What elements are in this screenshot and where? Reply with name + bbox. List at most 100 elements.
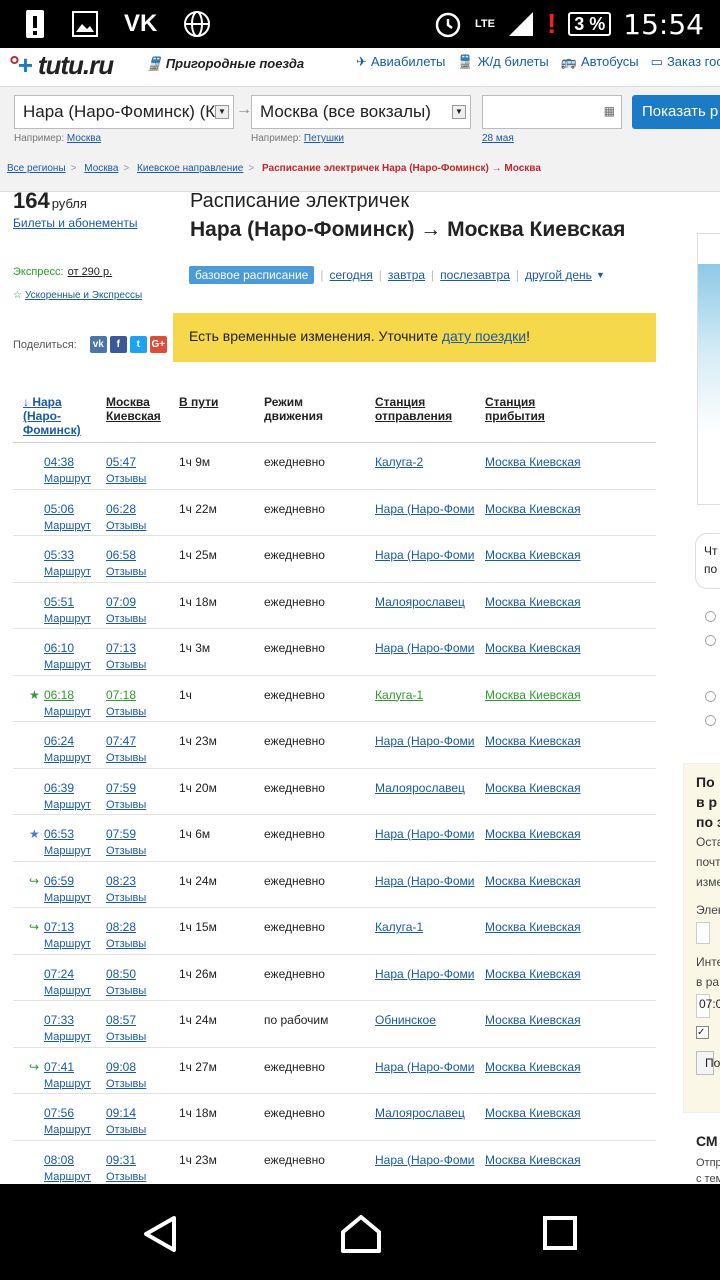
departure-time-link[interactable]: 06:59: [44, 874, 74, 888]
crumb-regions[interactable]: Все регионы: [7, 163, 66, 174]
arrival-time-link[interactable]: 07:47: [106, 734, 136, 748]
destination-station-link[interactable]: Москва Киевская: [485, 641, 581, 655]
destination-station-link[interactable]: Москва Киевская: [485, 502, 581, 516]
departure-time-link[interactable]: 05:33: [44, 548, 74, 562]
nav-avia[interactable]: ✈ Авиабилеты: [356, 54, 445, 70]
to-hint-link[interactable]: Петушки: [304, 133, 344, 144]
crumb-moscow[interactable]: Москва: [84, 163, 118, 174]
destination-station-link[interactable]: Москва Киевская: [485, 455, 581, 469]
destination-station-link[interactable]: Москва Киевская: [485, 1013, 581, 1027]
arrival-time-link[interactable]: 07:09: [106, 595, 136, 609]
departure-time-link[interactable]: 06:53: [44, 827, 74, 841]
crumb-direction[interactable]: Киевское направление: [137, 163, 243, 174]
tab-tomorrow[interactable]: завтра: [388, 268, 425, 282]
reviews-link[interactable]: Отзывы: [106, 520, 146, 532]
arrival-time-link[interactable]: 07:18: [106, 688, 136, 702]
reviews-link[interactable]: Отзывы: [106, 1124, 146, 1136]
route-link[interactable]: Маршрут: [44, 938, 91, 950]
route-link[interactable]: Маршрут: [44, 892, 91, 904]
reviews-link[interactable]: Отзывы: [106, 473, 146, 485]
reviews-link[interactable]: Отзывы: [106, 1171, 146, 1183]
route-link[interactable]: Маршрут: [44, 752, 91, 764]
origin-station-link[interactable]: Малоярославец: [375, 595, 475, 609]
origin-station-link[interactable]: Малоярославец: [375, 781, 475, 795]
departure-time-link[interactable]: 07:13: [44, 920, 74, 934]
google-plus-icon[interactable]: G+: [149, 336, 167, 353]
route-link[interactable]: Маршрут: [44, 1124, 91, 1136]
destination-station-link[interactable]: Москва Киевская: [485, 827, 581, 841]
fast-trains-link[interactable]: ☆ Ускоренные и Экспрессы: [13, 290, 142, 301]
route-link[interactable]: Маршрут: [44, 1031, 91, 1043]
arrival-time-link[interactable]: 07:13: [106, 641, 136, 655]
nav-gov[interactable]: ▭ Заказ гос: [651, 54, 720, 70]
to-field[interactable]: Москва (все вокзалы) ▼: [251, 95, 471, 129]
arrival-time-link[interactable]: 07:59: [106, 781, 136, 795]
origin-station-link[interactable]: Нара (Наро-Фоми: [375, 874, 475, 888]
departure-time-link[interactable]: 07:41: [44, 1060, 74, 1074]
arrival-time-link[interactable]: 08:57: [106, 1013, 136, 1027]
destination-station-link[interactable]: Москва Киевская: [485, 967, 581, 981]
reviews-link[interactable]: Отзывы: [106, 892, 146, 904]
poll-radio[interactable]: [705, 715, 716, 726]
arrival-time-link[interactable]: 09:14: [106, 1106, 136, 1120]
site-logo[interactable]: °+ tutu.ru: [8, 50, 114, 81]
arrival-time-link[interactable]: 08:28: [106, 920, 136, 934]
arrival-time-link[interactable]: 05:47: [106, 455, 136, 469]
reviews-link[interactable]: Отзывы: [106, 659, 146, 671]
chevron-down-icon[interactable]: ▼: [596, 270, 605, 280]
origin-station-link[interactable]: Нара (Наро-Фоми: [375, 641, 475, 655]
home-icon[interactable]: [340, 1214, 382, 1254]
facebook-icon[interactable]: f: [109, 336, 127, 353]
origin-station-link[interactable]: Малоярославец: [375, 1106, 475, 1120]
twitter-icon[interactable]: t: [129, 336, 147, 353]
destination-station-link[interactable]: Москва Киевская: [485, 595, 581, 609]
tab-base[interactable]: базовое расписание: [189, 266, 315, 284]
departure-time-link[interactable]: 05:51: [44, 595, 74, 609]
col-to[interactable]: Станция прибытия: [485, 395, 555, 423]
reviews-link[interactable]: Отзывы: [106, 985, 146, 997]
col-duration[interactable]: В пути: [179, 395, 218, 409]
col-arrival[interactable]: Москва Киевская: [106, 395, 166, 423]
arrival-time-link[interactable]: 07:59: [106, 827, 136, 841]
arrival-time-link[interactable]: 09:31: [106, 1153, 136, 1167]
departure-time-link[interactable]: 07:24: [44, 967, 74, 981]
reviews-link[interactable]: Отзывы: [106, 613, 146, 625]
route-link[interactable]: Маршрут: [44, 985, 91, 997]
back-icon[interactable]: [140, 1214, 180, 1254]
destination-station-link[interactable]: Москва Киевская: [485, 1153, 581, 1167]
from-hint-link[interactable]: Москва: [67, 133, 101, 144]
arrival-time-link[interactable]: 08:50: [106, 967, 136, 981]
swap-arrow-icon[interactable]: →: [236, 101, 252, 119]
calendar-icon[interactable]: ▦: [604, 104, 615, 118]
origin-station-link[interactable]: Калуга-1: [375, 688, 475, 702]
destination-station-link[interactable]: Москва Киевская: [485, 734, 581, 748]
origin-station-link[interactable]: Калуга-1: [375, 920, 475, 934]
arrival-time-link[interactable]: 08:23: [106, 874, 136, 888]
col-departure[interactable]: ↓ Нара (Наро-Фоминск): [23, 395, 93, 437]
poll-radio[interactable]: [705, 611, 716, 622]
departure-time-link[interactable]: 07:33: [44, 1013, 74, 1027]
route-link[interactable]: Маршрут: [44, 613, 91, 625]
show-schedule-button[interactable]: Показать р: [632, 95, 720, 129]
origin-station-link[interactable]: Обнинское: [375, 1013, 475, 1027]
arrival-time-link[interactable]: 06:58: [106, 548, 136, 562]
reviews-link[interactable]: Отзывы: [106, 706, 146, 718]
departure-time-link[interactable]: 08:08: [44, 1153, 74, 1167]
departure-time-link[interactable]: 06:39: [44, 781, 74, 795]
interval-field[interactable]: 07:0: [696, 994, 720, 1018]
route-link[interactable]: Маршрут: [44, 473, 91, 485]
destination-station-link[interactable]: Москва Киевская: [485, 688, 581, 702]
subscribe-button[interactable]: По: [696, 1051, 720, 1075]
route-link[interactable]: Маршрут: [44, 659, 91, 671]
reviews-link[interactable]: Отзывы: [106, 938, 146, 950]
from-field[interactable]: Нара (Наро-Фоминск) (К ▼: [14, 95, 234, 129]
destination-station-link[interactable]: Москва Киевская: [485, 548, 581, 562]
tickets-link[interactable]: Билеты и абонементы: [13, 216, 138, 230]
promo-banner[interactable]: [697, 233, 720, 505]
poll-radio[interactable]: [705, 691, 716, 702]
reviews-link[interactable]: Отзывы: [106, 1031, 146, 1043]
notice-date-link[interactable]: дату поездки: [442, 328, 526, 344]
date-field[interactable]: ▦: [482, 95, 622, 129]
destination-station-link[interactable]: Москва Киевская: [485, 1106, 581, 1120]
col-from[interactable]: Станция отправления: [375, 395, 455, 423]
